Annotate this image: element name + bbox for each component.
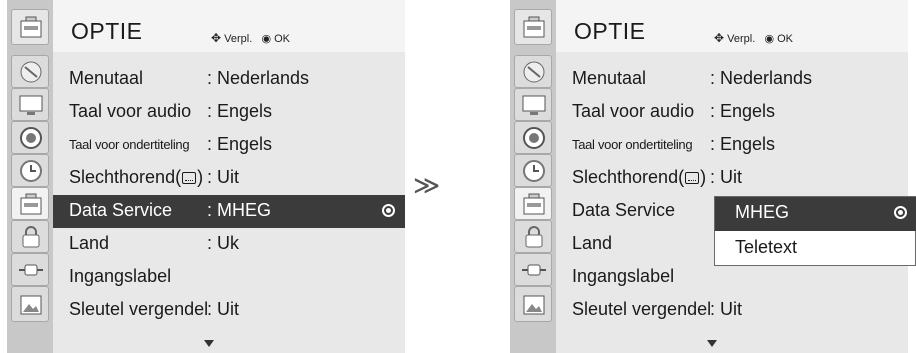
menu-item-label: Taal voor audio: [572, 101, 695, 121]
menu-item-land[interactable]: Land : Uk: [53, 228, 405, 261]
option-label: MHEG: [735, 202, 789, 222]
menu-item-label: Land: [572, 233, 613, 253]
menu-item-taal-voor-ondertiteling[interactable]: Taal voor ondertiteling : Engels: [556, 129, 908, 162]
monitor-icon[interactable]: [514, 88, 552, 121]
menu-item-label: Slechthorend(): [572, 167, 706, 188]
monitor-icon[interactable]: [11, 88, 49, 121]
option-icon[interactable]: [11, 187, 49, 220]
menu-item-ingangslabel[interactable]: Ingangslabel: [53, 261, 405, 294]
menu-title: OPTIE: [71, 18, 143, 44]
menu-title: OPTIE: [574, 18, 646, 44]
option-icon[interactable]: [514, 187, 552, 220]
hint-ok-label: OK: [777, 33, 794, 45]
nav-hint: ✥ Verpl. ◉ OK: [714, 31, 793, 45]
clock-icon[interactable]: [514, 154, 552, 187]
input-plug-icon[interactable]: [11, 253, 49, 286]
speaker-icon[interactable]: [11, 121, 49, 154]
menu-item-value: : Uit: [207, 299, 240, 319]
hint-move-label: Verpl.: [727, 33, 756, 45]
hint-move-label: Verpl.: [224, 33, 253, 45]
clock-icon[interactable]: [11, 154, 49, 187]
menu-item-label: Ingangslabel: [572, 266, 675, 286]
menu-item-slechthorend[interactable]: Slechthorend() : Uit: [556, 162, 908, 195]
menu-item-value: : Nederlands: [710, 68, 813, 88]
menu-item-value: : Nederlands: [207, 68, 310, 88]
hint-ok-label: OK: [274, 33, 291, 45]
menu-item-sleutel-vergendel[interactable]: Sleutel vergendel : Uit: [53, 294, 405, 327]
move-arrows-icon: ✥: [714, 31, 725, 45]
menu-item-taal-voor-audio[interactable]: Taal voor audio : Engels: [556, 96, 908, 129]
menu-item-value: : Engels: [710, 101, 776, 121]
nav-hint: ✥ Verpl. ◉ OK: [211, 31, 290, 45]
label-text: Slechthorend(: [69, 167, 182, 187]
left-menu-panel: OPTIE ✥ Verpl. ◉ OK Menutaal : Nederland…: [7, 0, 405, 353]
transition-arrow-icon: ≫: [413, 170, 441, 200]
menu-item-label: Taal voor ondertiteling: [572, 137, 693, 152]
dropdown-option-teletext[interactable]: Teletext: [715, 232, 916, 266]
picture-frame-icon[interactable]: [514, 286, 552, 322]
lock-icon[interactable]: [11, 220, 49, 253]
data-service-dropdown: MHEG Teletext: [714, 196, 916, 266]
subtitle-box-icon: [685, 172, 700, 184]
menu-item-value: : Uit: [207, 167, 240, 187]
label-suffix: ): [197, 167, 204, 187]
ok-icon: ◉: [261, 33, 272, 45]
scroll-down-icon[interactable]: [204, 340, 214, 347]
right-menu-panel: OPTIE ✥ Verpl. ◉ OK Menutaal : Nederland…: [510, 0, 908, 353]
satellite-dish-icon[interactable]: [514, 55, 552, 88]
menu-item-menutaal[interactable]: Menutaal : Nederlands: [53, 63, 405, 96]
ok-select-icon: [894, 206, 907, 219]
menu-item-slechthorend[interactable]: Slechthorend() : Uit: [53, 162, 405, 195]
option-label: Teletext: [735, 237, 798, 257]
label-text: Slechthorend(: [572, 167, 685, 187]
menu-item-label: Menutaal: [69, 68, 144, 88]
menu-item-sleutel-vergendel[interactable]: Sleutel vergendel : Uit: [556, 294, 908, 327]
menu-item-label: Taal voor ondertiteling: [69, 137, 190, 152]
picture-frame-icon[interactable]: [11, 286, 49, 322]
sidebar: [510, 0, 556, 353]
input-plug-icon[interactable]: [514, 253, 552, 286]
menu-item-value: : Uit: [710, 167, 743, 187]
ok-icon: ◉: [764, 33, 775, 45]
scroll-down-icon[interactable]: [707, 340, 717, 347]
menu-item-label: Data Service: [572, 200, 676, 220]
menu-item-label: Land: [69, 233, 110, 253]
menu-item-value: : Engels: [207, 134, 273, 154]
option-icon[interactable]: [11, 9, 49, 45]
ok-select-icon: [382, 204, 395, 217]
menu-item-taal-voor-audio[interactable]: Taal voor audio : Engels: [53, 96, 405, 129]
menu-item-menutaal[interactable]: Menutaal : Nederlands: [556, 63, 908, 96]
menu-item-value: : Uk: [207, 233, 240, 253]
menu-item-label: Slechthorend(): [69, 167, 203, 188]
label-suffix: ): [700, 167, 707, 187]
menu-item-taal-voor-ondertiteling[interactable]: Taal voor ondertiteling : Engels: [53, 129, 405, 162]
sidebar: [7, 0, 53, 353]
menu-item-label: Sleutel vergendel: [572, 299, 712, 319]
satellite-dish-icon[interactable]: [11, 55, 49, 88]
menu-item-label: Taal voor audio: [69, 101, 192, 121]
subtitle-box-icon: [182, 172, 197, 184]
menu-item-label: Menutaal: [572, 68, 647, 88]
menu-item-value: : MHEG: [207, 200, 272, 220]
move-arrows-icon: ✥: [211, 31, 222, 45]
menu-item-value: : Engels: [207, 101, 273, 121]
dropdown-option-mheg[interactable]: MHEG: [715, 197, 916, 231]
menu-item-data-service[interactable]: Data Service : MHEG: [53, 195, 405, 228]
menu-item-value: : Engels: [710, 134, 776, 154]
menu-item-label: Data Service: [69, 200, 173, 220]
speaker-icon[interactable]: [514, 121, 552, 154]
menu-item-value: : Uit: [710, 299, 743, 319]
menu-item-label: Ingangslabel: [69, 266, 172, 286]
lock-icon[interactable]: [514, 220, 552, 253]
menu-item-label: Sleutel vergendel: [69, 299, 209, 319]
option-icon[interactable]: [514, 9, 552, 45]
